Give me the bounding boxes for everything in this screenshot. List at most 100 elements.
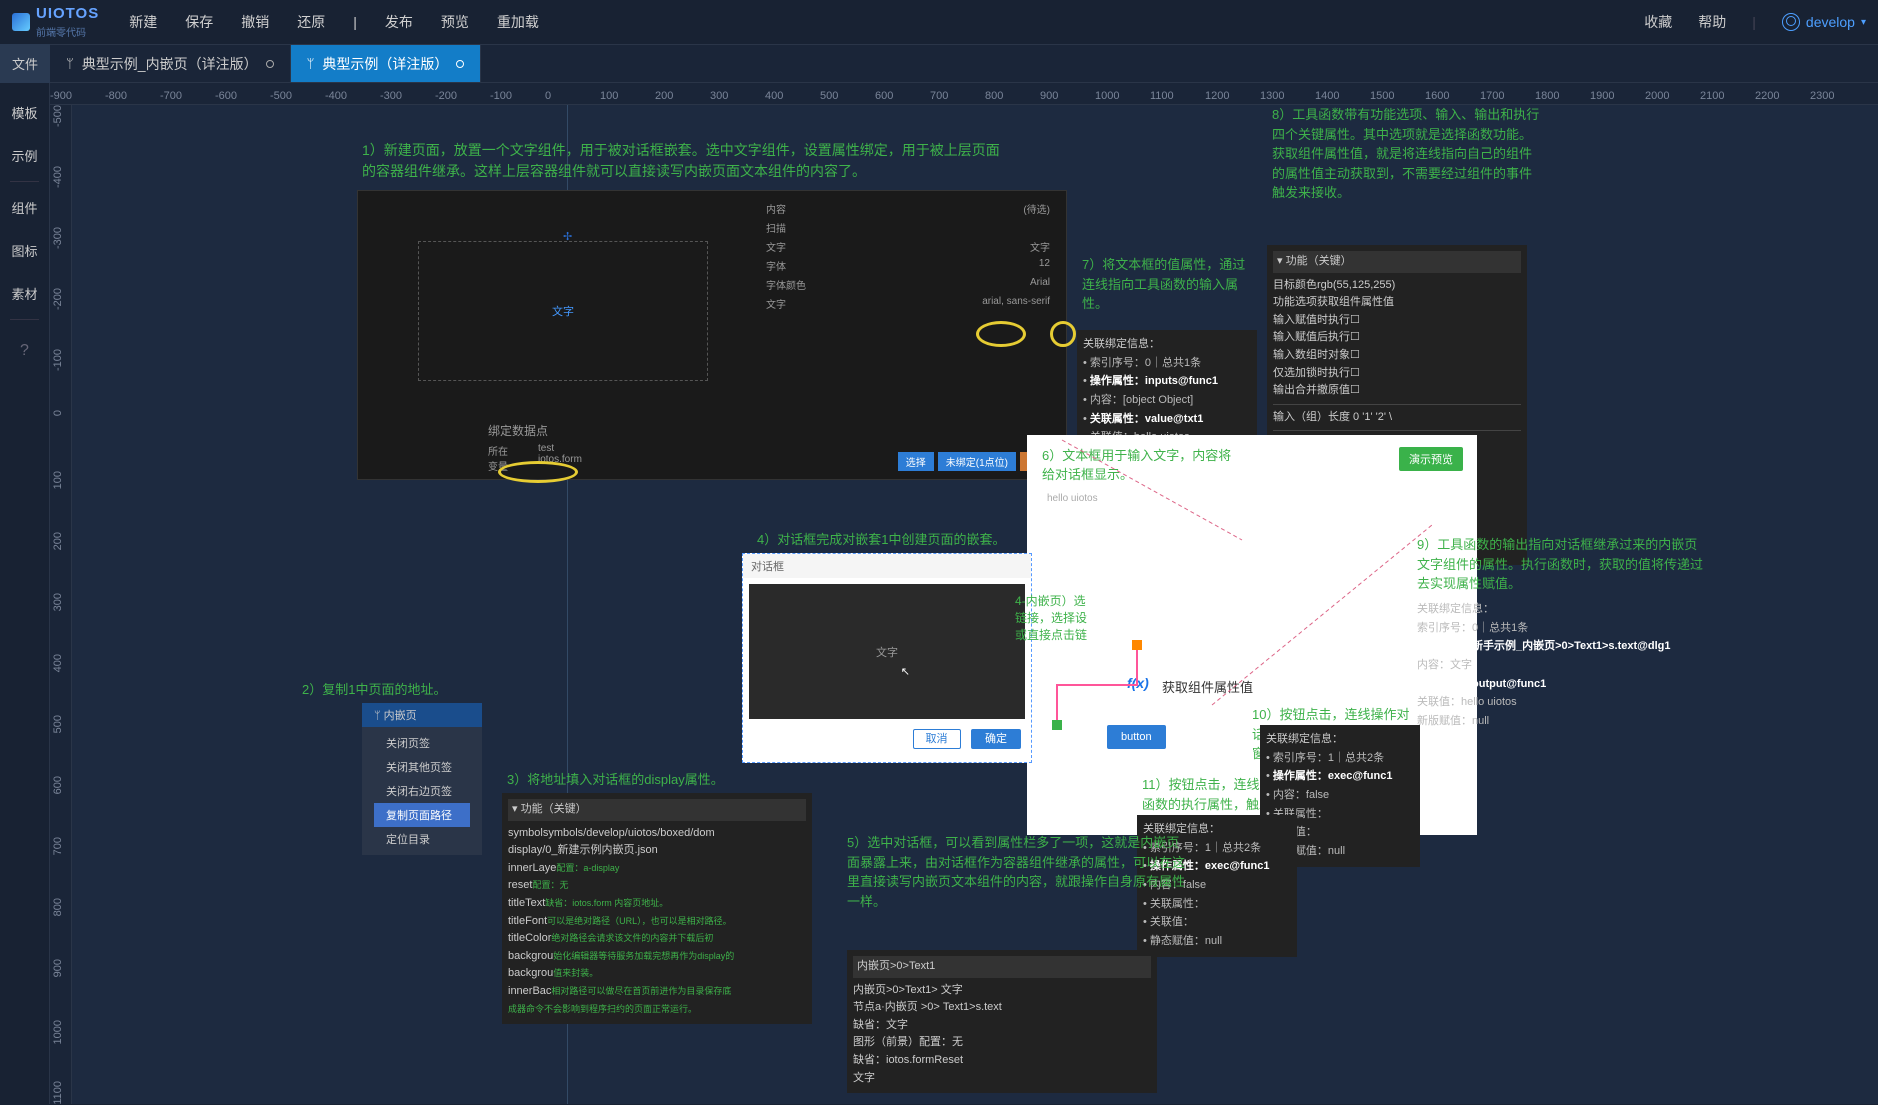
value: 长度 0 '1' '2' \ (1328, 411, 1392, 423)
ruler-tick: -200 (435, 90, 457, 102)
favorite-button[interactable]: 收藏 (1644, 12, 1672, 32)
ruler-tick: -100 (490, 90, 512, 102)
highlight-circle (976, 321, 1026, 347)
top-toolbar: UIOTOS 前端零代码 新建 保存 撤销 还原 | 发布 预览 重加载 收藏 … (0, 0, 1878, 45)
ruler-tick: 2100 (1700, 90, 1724, 102)
label: 文字 (766, 296, 786, 311)
ruler-tick: 2300 (1810, 90, 1834, 102)
shot1-center-text: 文字 (552, 303, 574, 319)
canvas[interactable]: 1）新建页面，放置一个文字组件，用于被对话框嵌套。选中文字组件，设置属性绑定，用… (72, 105, 1878, 1104)
panel-header: 功能（关键） (1286, 255, 1352, 267)
ruler-tick: -600 (215, 90, 237, 102)
highlight-circle (1050, 321, 1076, 347)
ruler-tick: 900 (52, 959, 64, 977)
property-row: 成器命令不会影响到程序扫约的页面正常运行。 (508, 1001, 806, 1019)
fx-label: 获取组件属性值 (1162, 677, 1253, 696)
reload-button[interactable]: 重加载 (497, 12, 539, 32)
preview-button[interactable]: 预览 (441, 12, 469, 32)
topbar-right: 收藏 帮助 | develop ▾ (1644, 12, 1866, 32)
property-row: backgrou始化编辑器等待服务加载完想再作为display的 (508, 948, 806, 966)
property-row: 功能选项获取组件属性值 (1273, 294, 1521, 312)
context-menu-item[interactable]: 复制页面路径 (374, 803, 470, 827)
ruler-tick: -500 (52, 105, 64, 127)
tab-example-main[interactable]: ᛘ 典型示例（详注版） (291, 45, 482, 82)
chevron-down-icon: ▾ (1861, 17, 1866, 28)
unbind-button[interactable]: 未绑定(1点位) (938, 452, 1016, 471)
ruler-tick: -900 (50, 90, 72, 102)
hierarchy-icon: ᛘ (66, 56, 74, 71)
tab-strip: 文件 ᛘ 典型示例_内嵌页（详注版） ᛘ 典型示例（详注版） (0, 45, 1878, 83)
button-node[interactable]: button (1107, 725, 1166, 749)
tab-label: 典型示例_内嵌页（详注版） (82, 54, 258, 74)
info-item: 索引序号：0｜总共1条 (1417, 619, 1707, 638)
info-item: 内容：文字 (1417, 656, 1707, 675)
ruler-tick: 700 (52, 837, 64, 855)
ruler-tick: -200 (52, 288, 64, 310)
info-item: 操作属性：新手示例_内嵌页>0>Text1>s.text@dlg1 (1417, 637, 1707, 656)
panel-header: 功能（关键） (521, 803, 587, 815)
ruler-tick: 600 (875, 90, 893, 102)
value: 12 (1039, 258, 1050, 273)
info-item: 新版赋值：null (1417, 712, 1707, 731)
property-row: titleFont可以是绝对路径（URL），也可以是相对路径。 (508, 913, 806, 931)
ruler-tick: 1100 (52, 1081, 64, 1105)
app-tagline: 前端零代码 (36, 24, 99, 39)
context-menu-item[interactable]: 关闭右边页签 (374, 779, 470, 803)
ruler-tick: 500 (820, 90, 838, 102)
sidebar-item-component[interactable]: 组件 (0, 186, 49, 229)
preview-button[interactable]: 演示预览 (1399, 447, 1463, 471)
sidebar-item-icon[interactable]: 图标 (0, 229, 49, 272)
context-menu[interactable]: ᛘ 内嵌页 关闭页签关闭其他页签关闭右边页签复制页面路径定位目录 (362, 703, 482, 855)
info-item: 关联属性：output@func1 (1417, 675, 1707, 694)
redo-button[interactable]: 还原 (297, 12, 325, 32)
annotation-3: 3）将地址填入对话框的display属性。 (507, 770, 724, 790)
ruler-tick: 0 (545, 90, 551, 102)
ruler-vertical: -500-400-300-200-10001002003004005006007… (50, 105, 72, 1104)
info-item: 索引序号：0｜总共1条 (1083, 354, 1251, 373)
info-item: 关联值：hello uiotos (1417, 693, 1707, 712)
ruler-tick: 200 (52, 532, 64, 550)
panel-title: 关联绑定信息： (1266, 731, 1414, 749)
property-row: 输入数组时对象☐ (1273, 347, 1521, 365)
screenshot-1: 文字 ✢ 内容(待选) 扫描 文字文字 字体12 字体颜色Arial 文字ari… (357, 190, 1067, 480)
sidebar-item-template[interactable]: 模板 (0, 91, 49, 134)
annotation-8: 8）工具函数带有功能选项、输入、输出和执行四个关键属性。其中选项就是选择函数功能… (1272, 105, 1542, 203)
label: 输入（组） (1273, 411, 1328, 423)
context-menu-item[interactable]: 关闭其他页签 (374, 755, 470, 779)
sidebar-item-asset[interactable]: 素材 (0, 272, 49, 315)
sidebar-item-example[interactable]: 示例 (0, 134, 49, 177)
new-button[interactable]: 新建 (129, 12, 157, 32)
panel-3: ▾ 功能（关键） symbolsymbols/develop/uiotos/bo… (502, 793, 812, 1024)
tab-label: 典型示例（详注版） (322, 54, 448, 74)
property-row: 缺省：iotos.formReset (853, 1052, 1151, 1070)
fx-node[interactable]: f(x) (1127, 675, 1149, 691)
select-button[interactable]: 选择 (898, 452, 934, 471)
panel-5: 内嵌页>0>Text1 内嵌页>0>Text1> 文字节点a·内嵌页 >0> T… (847, 950, 1157, 1093)
ruler-tick: 1200 (1205, 90, 1229, 102)
tab-example-inner[interactable]: ᛘ 典型示例_内嵌页（详注版） (50, 45, 291, 82)
dialog-text: 文字 (876, 644, 898, 660)
property-row: reset配置：无 (508, 877, 806, 895)
sidebar-help-icon[interactable]: ? (0, 330, 49, 372)
undo-button[interactable]: 撤销 (241, 12, 269, 32)
dialog-title: 对话框 (743, 554, 1031, 578)
context-menu-item[interactable]: 定位目录 (374, 827, 470, 851)
ruler-tick: 1000 (52, 1020, 64, 1044)
property-row: 输入赋值后执行☐ (1273, 329, 1521, 347)
context-menu-item[interactable]: 关闭页签 (374, 731, 470, 755)
label: 内容 (766, 201, 786, 216)
cancel-button[interactable]: 取消 (913, 729, 961, 749)
ruler-tick: 0 (52, 410, 64, 416)
save-button[interactable]: 保存 (185, 12, 213, 32)
help-button[interactable]: 帮助 (1698, 12, 1726, 32)
user-menu[interactable]: develop ▾ (1782, 13, 1866, 31)
property-row: symbolsymbols/develop/uiotos/boxed/dom (508, 825, 806, 843)
property-row: 内嵌页>0>Text1> 文字 (853, 982, 1151, 1000)
ruler-tick: -500 (270, 90, 292, 102)
ruler-tick: 400 (52, 654, 64, 672)
app-name: UIOTOS (36, 5, 99, 22)
publish-button[interactable]: 发布 (385, 12, 413, 32)
sidebar-item-file[interactable]: 文件 (0, 44, 50, 83)
ok-button[interactable]: 确定 (971, 729, 1021, 749)
user-icon (1782, 13, 1800, 31)
